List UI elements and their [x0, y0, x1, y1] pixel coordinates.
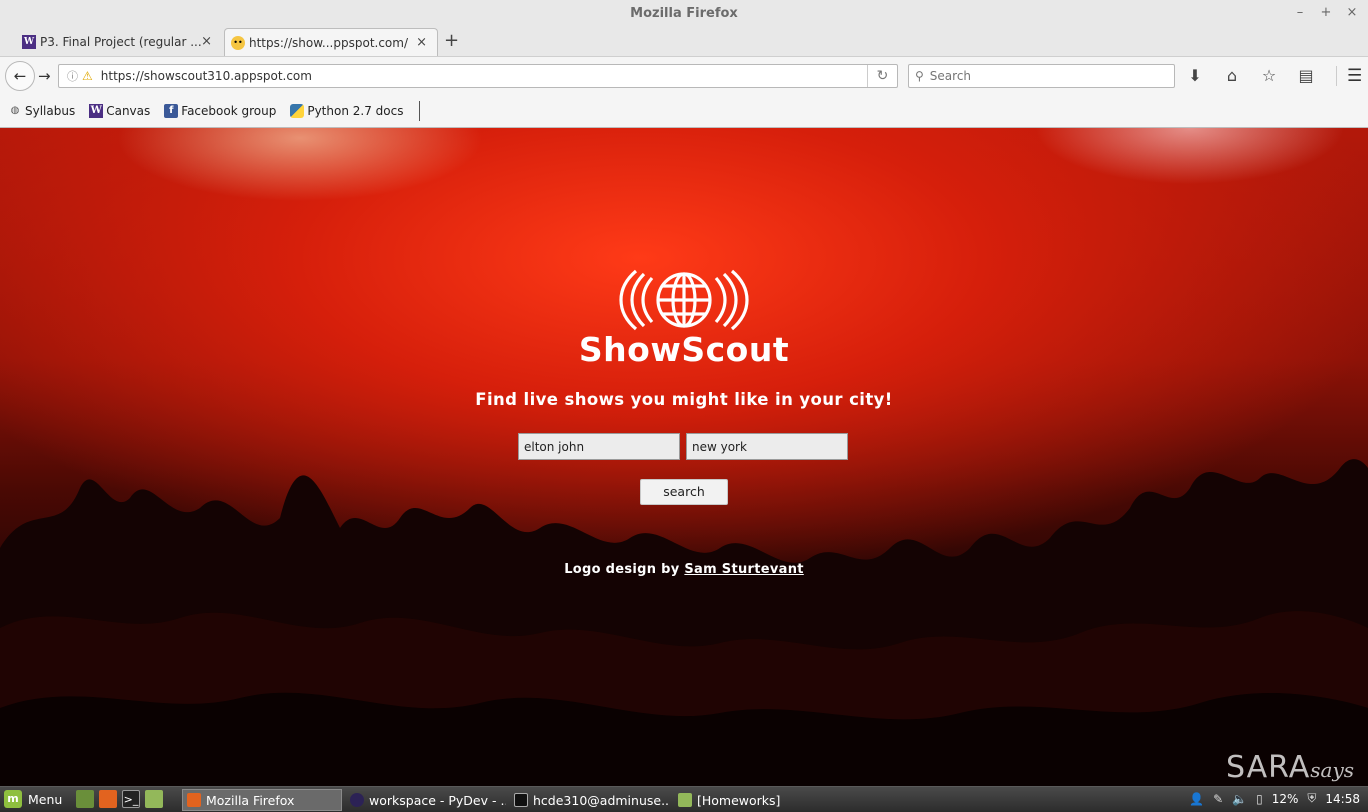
- search-icon: ⚲: [915, 69, 924, 83]
- tab-label: https://show...ppspot.com/: [249, 35, 409, 50]
- tagline: Find live shows you might like in your c…: [475, 390, 893, 409]
- maximize-icon[interactable]: +: [1320, 5, 1332, 20]
- toolbar-icons: ⬇ ⌂ ☆ ▤: [1186, 66, 1315, 85]
- search-button[interactable]: search: [640, 479, 728, 505]
- globe-broadcast-icon: [619, 269, 749, 331]
- minimize-icon[interactable]: –: [1294, 5, 1306, 20]
- window-titlebar: Mozilla Firefox – + ×: [0, 0, 1368, 28]
- hamburger-menu-icon[interactable]: ☰: [1336, 66, 1362, 86]
- folder-icon: [678, 793, 692, 807]
- url-bar[interactable]: ⓘ ⚠ https://showscout310.appspot.com ↻: [58, 64, 898, 88]
- facebook-icon: f: [164, 103, 179, 118]
- task-label: hcde310@adminuse...: [533, 792, 670, 808]
- system-tray: 👤 ✎ 🔈 ▯ 12% ⛨ 14:58: [1189, 791, 1360, 806]
- battery-percent: 12%: [1271, 791, 1299, 806]
- close-tab-icon[interactable]: ×: [416, 35, 427, 50]
- logo-credit: Logo design by Sam Sturtevant: [484, 562, 884, 577]
- bookmarks-separator: [419, 100, 421, 121]
- arrow-left-icon: ←: [13, 67, 27, 85]
- mint-logo-icon: m: [4, 790, 22, 808]
- brand-name: ShowScout: [578, 330, 790, 369]
- close-window-icon[interactable]: ×: [1346, 5, 1358, 20]
- home-icon[interactable]: ⌂: [1223, 66, 1241, 85]
- tab-final-project[interactable]: W P3. Final Project (regular ... ×: [16, 28, 222, 56]
- insecure-warning-icon[interactable]: ⚠: [82, 69, 93, 83]
- watermark-main: SARA: [1226, 750, 1311, 785]
- reader-list-icon[interactable]: ▤: [1297, 66, 1315, 85]
- search-box[interactable]: ⚲: [908, 64, 1175, 88]
- shield-icon[interactable]: ⛨: [1307, 791, 1316, 806]
- canvas-w-icon: W: [22, 35, 36, 49]
- task-homeworks-folder[interactable]: [Homeworks]: [674, 789, 830, 811]
- task-label: [Homeworks]: [697, 792, 781, 808]
- tab-showscout[interactable]: •• https://show...ppspot.com/ ×: [224, 28, 438, 56]
- terminal-icon: [514, 793, 528, 807]
- tab-label: P3. Final Project (regular ...: [40, 35, 202, 49]
- info-icon[interactable]: ⓘ: [67, 68, 78, 84]
- firefox-icon: [187, 793, 201, 807]
- firefox-launcher-icon[interactable]: [99, 790, 117, 808]
- bookmark-star-icon[interactable]: ☆: [1260, 66, 1278, 85]
- city-input[interactable]: [686, 433, 848, 460]
- start-menu-button[interactable]: m Menu: [4, 790, 62, 808]
- bookmark-label: Facebook group: [181, 103, 277, 118]
- reload-icon[interactable]: ↻: [867, 65, 897, 87]
- url-text[interactable]: https://showscout310.appspot.com: [101, 69, 312, 83]
- terminal-launcher-icon[interactable]: >_: [122, 790, 140, 808]
- network-icon[interactable]: ✎: [1213, 792, 1223, 806]
- navigation-toolbar: ← → ⓘ ⚠ https://showscout310.appspot.com…: [0, 56, 1368, 94]
- globe-icon: ◍: [10, 104, 20, 116]
- bookmark-python-docs[interactable]: Python 2.7 docs: [290, 103, 404, 118]
- close-tab-icon[interactable]: ×: [201, 34, 212, 49]
- bookmark-label: Syllabus: [25, 103, 76, 118]
- watermark-script: says: [1310, 758, 1355, 782]
- window-title: Mozilla Firefox: [630, 6, 738, 21]
- bookmark-label: Python 2.7 docs: [307, 103, 404, 118]
- clock[interactable]: 14:58: [1325, 792, 1360, 806]
- volume-icon[interactable]: 🔈: [1232, 792, 1247, 806]
- window-controls: – + ×: [1294, 5, 1358, 20]
- files-launcher-icon[interactable]: [145, 790, 163, 808]
- quick-launch: >_: [76, 790, 163, 808]
- bookmark-label: Canvas: [106, 103, 151, 118]
- tab-bar: W P3. Final Project (regular ... × •• ht…: [0, 26, 1368, 56]
- task-label: Mozilla Firefox: [206, 792, 295, 808]
- designer-link[interactable]: Sam Sturtevant: [684, 562, 803, 577]
- desktop-taskbar: m Menu >_ Mozilla Firefox workspace - Py…: [0, 786, 1368, 812]
- showscout-page: ShowScout Find live shows you might like…: [0, 128, 1368, 786]
- menu-label: Menu: [28, 791, 63, 807]
- smiley-icon: ••: [231, 36, 245, 50]
- back-button[interactable]: ←: [5, 61, 35, 91]
- download-icon[interactable]: ⬇: [1186, 66, 1204, 85]
- credit-prefix: Logo design by: [564, 562, 680, 577]
- bookmark-facebook-group[interactable]: f Facebook group: [164, 103, 277, 118]
- python-icon: [290, 103, 305, 118]
- forward-button[interactable]: →: [38, 67, 51, 85]
- bookmark-syllabus[interactable]: ◍ Syllabus: [8, 103, 76, 118]
- battery-icon[interactable]: ▯: [1256, 792, 1263, 806]
- task-firefox[interactable]: Mozilla Firefox: [182, 789, 342, 811]
- photo-watermark: SARAsays: [1226, 750, 1366, 786]
- new-tab-icon[interactable]: +: [444, 30, 459, 51]
- bookmarks-bar: ◍ Syllabus W Canvas f Facebook group Pyt…: [0, 94, 1368, 128]
- canvas-w-icon: W: [89, 103, 104, 118]
- bookmark-canvas[interactable]: W Canvas: [89, 103, 151, 118]
- task-label: workspace - PyDev - ...: [369, 792, 506, 808]
- task-terminal[interactable]: hcde310@adminuse...: [510, 789, 670, 811]
- eclipse-icon: [350, 793, 364, 807]
- user-icon[interactable]: 👤: [1189, 792, 1204, 806]
- artist-input[interactable]: [518, 433, 680, 460]
- arrow-right-icon: →: [38, 67, 51, 85]
- show-desktop-icon[interactable]: [76, 790, 94, 808]
- search-input[interactable]: [929, 69, 1160, 83]
- task-pydev[interactable]: workspace - PyDev - ...: [346, 789, 506, 811]
